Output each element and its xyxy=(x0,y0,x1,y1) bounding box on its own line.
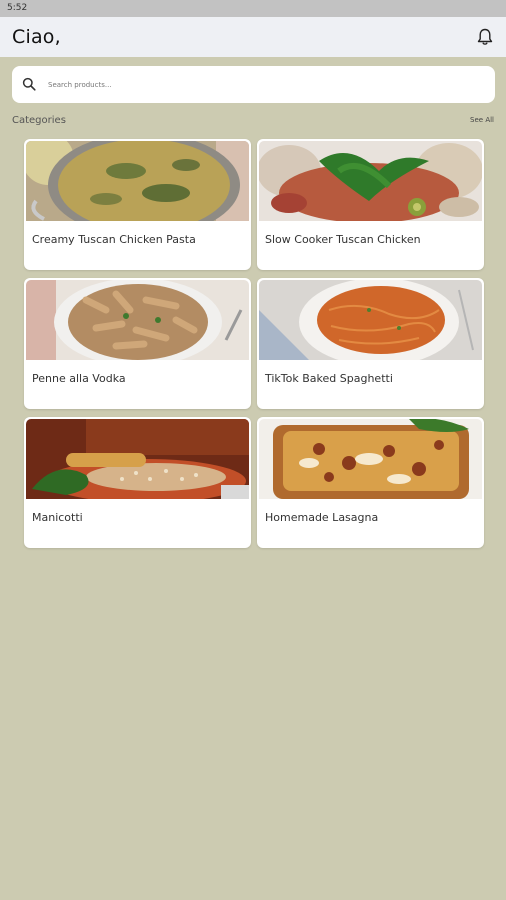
recipe-card[interactable]: Penne alla Vodka xyxy=(24,278,251,409)
categories-header: Categories See All xyxy=(12,113,494,127)
recipe-image xyxy=(26,419,249,499)
recipe-name: Penne alla Vodka xyxy=(32,372,126,385)
see-all-link[interactable]: See All xyxy=(470,116,494,124)
recipe-image xyxy=(259,280,482,360)
recipe-name: Slow Cooker Tuscan Chicken xyxy=(265,233,421,246)
recipe-image xyxy=(259,141,482,221)
search-bar[interactable] xyxy=(12,66,495,103)
app-bar: Ciao, xyxy=(0,17,506,57)
bell-icon[interactable] xyxy=(475,26,495,48)
greeting-title: Ciao, xyxy=(12,26,61,48)
status-time: 5:52 xyxy=(7,3,28,13)
recipe-image xyxy=(259,419,482,499)
recipe-grid: Creamy Tuscan Chicken Pasta Slow Cooker … xyxy=(24,139,484,548)
search-icon xyxy=(22,77,38,93)
status-bar: 5:52 xyxy=(0,0,506,17)
recipe-card[interactable]: Creamy Tuscan Chicken Pasta xyxy=(24,139,251,270)
recipe-image xyxy=(26,141,249,221)
recipe-card[interactable]: Homemade Lasagna xyxy=(257,417,484,548)
recipe-name: Creamy Tuscan Chicken Pasta xyxy=(32,233,196,246)
recipe-name: Manicotti xyxy=(32,511,83,524)
recipe-image xyxy=(26,280,249,360)
recipe-card[interactable]: TikTok Baked Spaghetti xyxy=(257,278,484,409)
recipe-card[interactable]: Slow Cooker Tuscan Chicken xyxy=(257,139,484,270)
recipe-name: Homemade Lasagna xyxy=(265,511,379,524)
search-input[interactable] xyxy=(48,80,448,89)
section-title: Categories xyxy=(12,114,66,126)
recipe-name: TikTok Baked Spaghetti xyxy=(265,372,393,385)
recipe-card[interactable]: Manicotti xyxy=(24,417,251,548)
